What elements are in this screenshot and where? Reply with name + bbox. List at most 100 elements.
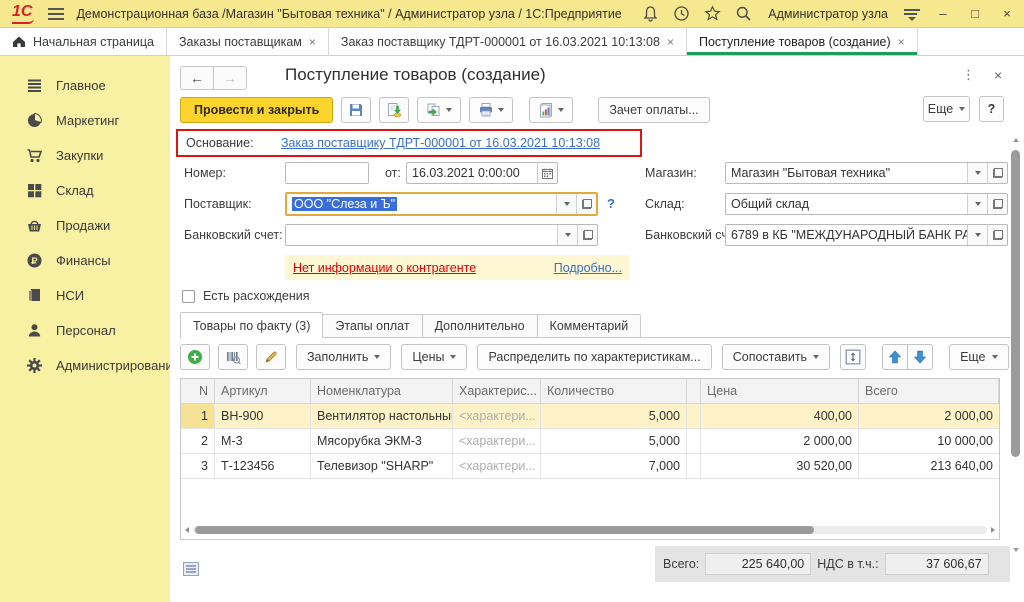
sidebar-item-marketing[interactable]: Маркетинг: [0, 103, 170, 138]
bank-left-dropdown-button[interactable]: [557, 225, 577, 245]
sidebar-item-finance[interactable]: Р Финансы: [0, 243, 170, 278]
tab-supplier-orders[interactable]: Заказы поставщикам ×: [167, 28, 329, 55]
table-row[interactable]: 2 М-3 Мясорубка ЭКМ-3 <характери... 5,00…: [181, 429, 999, 454]
form-more-button[interactable]: Еще: [923, 96, 970, 122]
fill-button[interactable]: Заполнить: [296, 344, 391, 370]
home-icon: [12, 35, 26, 48]
discrepancy-checkbox-row[interactable]: Есть расхождения: [182, 289, 310, 303]
tab-close-icon[interactable]: ×: [309, 35, 316, 49]
column-header-n[interactable]: N: [181, 379, 215, 403]
no-counterparty-info-link[interactable]: Нет информации о контрагенте: [293, 261, 476, 275]
tab-close-icon[interactable]: ×: [667, 35, 674, 49]
column-header-article[interactable]: Артикул: [215, 379, 311, 403]
number-field[interactable]: [285, 162, 369, 184]
store-open-button[interactable]: [987, 163, 1007, 183]
column-header-qty[interactable]: Количество: [541, 379, 687, 403]
column-header-item[interactable]: Номенклатура: [311, 379, 453, 403]
column-header-total[interactable]: Всего: [859, 379, 999, 403]
fit-height-button[interactable]: [840, 344, 866, 370]
prices-button[interactable]: Цены: [401, 344, 467, 370]
discrepancy-checkbox[interactable]: [182, 290, 195, 303]
scroll-up-icon[interactable]: [1013, 138, 1019, 142]
current-user[interactable]: Администратор узла: [768, 7, 888, 21]
store-field[interactable]: Магазин "Бытовая техника": [725, 162, 1008, 184]
sidebar-item-sales[interactable]: Продажи: [0, 208, 170, 243]
cell-total: 213 640,00: [859, 454, 999, 478]
vertical-scrollbar[interactable]: [1011, 142, 1021, 546]
grid-more-button[interactable]: Еще: [949, 344, 1008, 370]
close-window-button[interactable]: ×: [998, 6, 1016, 21]
tab-goods-receipt[interactable]: Поступление товаров (создание) ×: [687, 28, 918, 55]
notifications-bell-icon[interactable]: [642, 5, 659, 22]
move-row-down-button[interactable]: [907, 344, 933, 370]
payment-offset-button[interactable]: Зачет оплаты...: [598, 97, 709, 123]
nav-back-button[interactable]: ←: [180, 66, 214, 90]
service-menu-icon[interactable]: [904, 8, 920, 20]
basis-document-link[interactable]: Заказ поставщику ТДРТ-000001 от 16.03.20…: [281, 136, 600, 150]
main-menu-icon[interactable]: [48, 8, 64, 20]
tab-comment[interactable]: Комментарий: [537, 314, 642, 337]
bank-left-open-button[interactable]: [577, 225, 597, 245]
sidebar-item-purchases[interactable]: Закупки: [0, 138, 170, 173]
history-icon[interactable]: [673, 5, 690, 22]
store-dropdown-button[interactable]: [967, 163, 987, 183]
bank-account-left-field[interactable]: [285, 224, 598, 246]
edit-row-button[interactable]: [256, 344, 286, 370]
reports-button[interactable]: [529, 97, 573, 123]
scrollbar-thumb[interactable]: [1011, 150, 1020, 457]
sidebar-item-administration[interactable]: Администрирование: [0, 348, 170, 383]
warehouse-dropdown-button[interactable]: [967, 194, 987, 214]
column-header-characteristic[interactable]: Характерис...: [453, 379, 541, 403]
calendar-button[interactable]: [537, 163, 557, 183]
bank-right-dropdown-button[interactable]: [967, 225, 987, 245]
scroll-down-icon[interactable]: [1013, 548, 1019, 552]
save-button[interactable]: [341, 97, 371, 123]
column-header-price[interactable]: Цена: [701, 379, 859, 403]
move-row-up-button[interactable]: [882, 344, 908, 370]
table-row[interactable]: 3 Т-123456 Телевизор "SHARP" <характери.…: [181, 454, 999, 479]
tab-additional[interactable]: Дополнительно: [422, 314, 538, 337]
scroll-left-icon[interactable]: [185, 527, 189, 533]
warehouse-field[interactable]: Общий склад: [725, 193, 1008, 215]
favorites-star-icon[interactable]: [704, 5, 721, 22]
supplier-field[interactable]: ООО "Слеза и Ъ": [285, 192, 598, 216]
warehouse-open-button[interactable]: [987, 194, 1007, 214]
supplier-help-link[interactable]: ?: [607, 196, 615, 211]
bank-right-open-button[interactable]: [987, 225, 1007, 245]
distribute-by-characteristics-button[interactable]: Распределить по характеристикам...: [477, 344, 711, 370]
search-icon[interactable]: [735, 5, 752, 22]
supplier-dropdown-button[interactable]: [556, 194, 576, 214]
sidebar-item-personnel[interactable]: Персонал: [0, 313, 170, 348]
post-and-close-button[interactable]: Провести и закрыть: [180, 97, 333, 123]
form-close-icon[interactable]: ×: [994, 67, 1002, 83]
barcode-scan-button[interactable]: [218, 344, 248, 370]
match-button[interactable]: Сопоставить: [722, 344, 830, 370]
tab-goods-by-fact[interactable]: Товары по факту (3): [180, 312, 323, 337]
scrollbar-thumb[interactable]: [195, 526, 814, 534]
tab-home[interactable]: Начальная страница: [0, 28, 167, 55]
minimize-button[interactable]: –: [934, 6, 952, 21]
list-display-icon[interactable]: [183, 562, 199, 576]
horizontal-scrollbar[interactable]: [185, 525, 995, 534]
scroll-right-icon[interactable]: [991, 527, 995, 533]
add-row-button[interactable]: [180, 344, 210, 370]
bank-account-right-field[interactable]: 6789 в КБ "МЕЖДУНАРОДНЫЙ БАНК РАЗ: [725, 224, 1008, 246]
sidebar-item-nsi[interactable]: НСИ: [0, 278, 170, 313]
print-button[interactable]: [469, 97, 513, 123]
details-link[interactable]: Подробно...: [554, 261, 622, 275]
sidebar-item-main[interactable]: Главное: [0, 68, 170, 103]
create-based-on-button[interactable]: [417, 97, 461, 123]
maximize-button[interactable]: □: [966, 6, 984, 21]
help-button[interactable]: ?: [979, 96, 1004, 122]
table-row[interactable]: 1 ВН-900 Вентилятор настольный <характер…: [181, 404, 999, 429]
supplier-open-button[interactable]: [576, 194, 596, 214]
scrollbar-track[interactable]: [193, 526, 987, 534]
nav-forward-button[interactable]: →: [213, 66, 247, 90]
tab-payment-stages[interactable]: Этапы оплат: [322, 314, 422, 337]
post-document-button[interactable]: [379, 97, 409, 123]
tab-close-icon[interactable]: ×: [898, 35, 905, 49]
sidebar-item-warehouse[interactable]: Склад: [0, 173, 170, 208]
form-menu-dots-icon[interactable]: ⋮: [962, 67, 975, 83]
tab-supplier-order-doc[interactable]: Заказ поставщику ТДРТ-000001 от 16.03.20…: [329, 28, 687, 55]
date-field[interactable]: 16.03.2021 0:00:00: [406, 162, 558, 184]
